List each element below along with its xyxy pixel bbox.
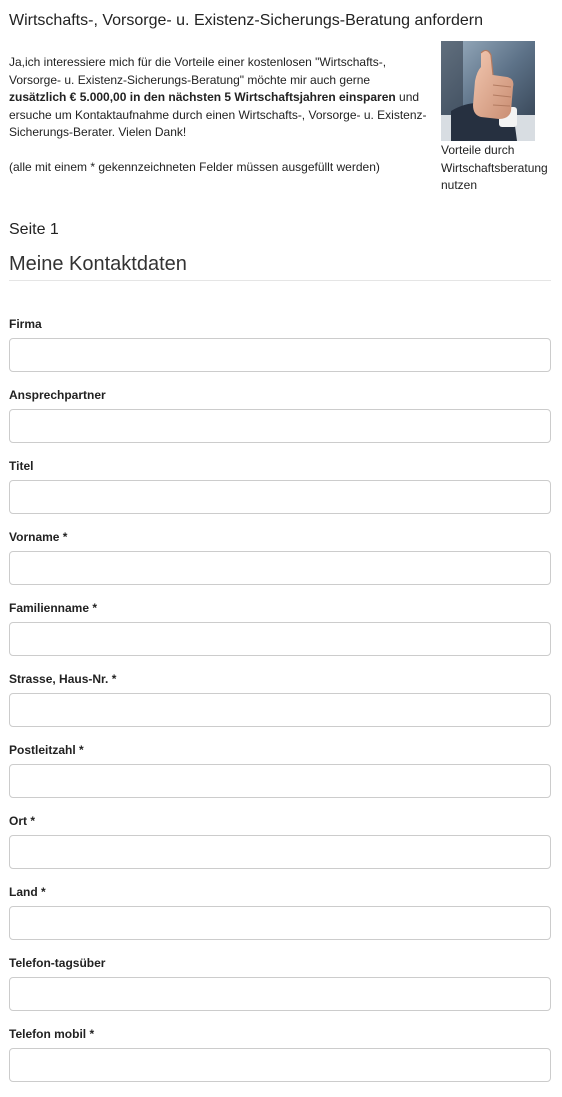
field-vorname: Vorname * [9, 529, 551, 600]
field-familienname: Familienname * [9, 600, 551, 671]
thumbs-up-photo-icon[interactable] [441, 41, 535, 141]
field-land: Land * [9, 884, 551, 955]
telefon-tagsueber-label: Telefon-tagsüber [9, 956, 106, 970]
land-label: Land * [9, 885, 46, 899]
firma-input[interactable] [9, 338, 551, 372]
telefon-tagsueber-input[interactable] [9, 977, 551, 1011]
field-postleitzahl: Postleitzahl * [9, 742, 551, 813]
titel-input[interactable] [9, 480, 551, 514]
intro-text: Ja,ich interessiere mich für die Vorteil… [9, 54, 429, 176]
ansprechpartner-input[interactable] [9, 409, 551, 443]
vorname-label: Vorname * [9, 530, 68, 544]
page-indicator: Seite 1 [9, 221, 59, 238]
strasse-label: Strasse, Haus-Nr. * [9, 672, 117, 686]
required-fields-note: (alle mit einem * gekennzeichneten Felde… [9, 159, 380, 174]
promo-box: Vorteile durch Wirtschaftsberatung nutze… [441, 41, 556, 195]
ort-label: Ort * [9, 814, 36, 828]
field-firma: Firma [9, 316, 551, 387]
telefon-mobil-input[interactable] [9, 1048, 551, 1082]
field-telefon-mobil: Telefon mobil * [9, 1026, 551, 1097]
section-title: Meine Kontaktdaten [9, 253, 187, 275]
strasse-input[interactable] [9, 693, 551, 727]
titel-label: Titel [9, 459, 34, 473]
page-title: Wirtschafts-, Vorsorge- u. Existenz-Sich… [9, 12, 483, 29]
vorname-input[interactable] [9, 551, 551, 585]
field-telefon-tagsueber: Telefon-tagsüber [9, 955, 551, 1026]
familienname-label: Familienname * [9, 601, 98, 615]
land-input[interactable] [9, 906, 551, 940]
contact-form: Firma Ansprechpartner Titel Vorname * Fa… [9, 316, 551, 1097]
firma-label: Firma [9, 317, 42, 331]
familienname-input[interactable] [9, 622, 551, 656]
promo-caption[interactable]: Vorteile durch Wirtschaftsberatung nutze… [441, 142, 556, 195]
postleitzahl-label: Postleitzahl * [9, 743, 84, 757]
telefon-mobil-label: Telefon mobil * [9, 1027, 95, 1041]
intro-text-start: Ja,ich interessiere mich für die Vorteil… [9, 55, 387, 87]
ansprechpartner-label: Ansprechpartner [9, 388, 106, 402]
intro-paragraph: Ja,ich interessiere mich für die Vorteil… [9, 54, 429, 142]
field-ansprechpartner: Ansprechpartner [9, 387, 551, 458]
section-divider [9, 280, 551, 281]
field-ort: Ort * [9, 813, 551, 884]
intro-highlight: zusätzlich € 5.000,00 in den nächsten 5 … [9, 90, 396, 104]
postleitzahl-input[interactable] [9, 764, 551, 798]
field-strasse: Strasse, Haus-Nr. * [9, 671, 551, 742]
field-titel: Titel [9, 458, 551, 529]
ort-input[interactable] [9, 835, 551, 869]
